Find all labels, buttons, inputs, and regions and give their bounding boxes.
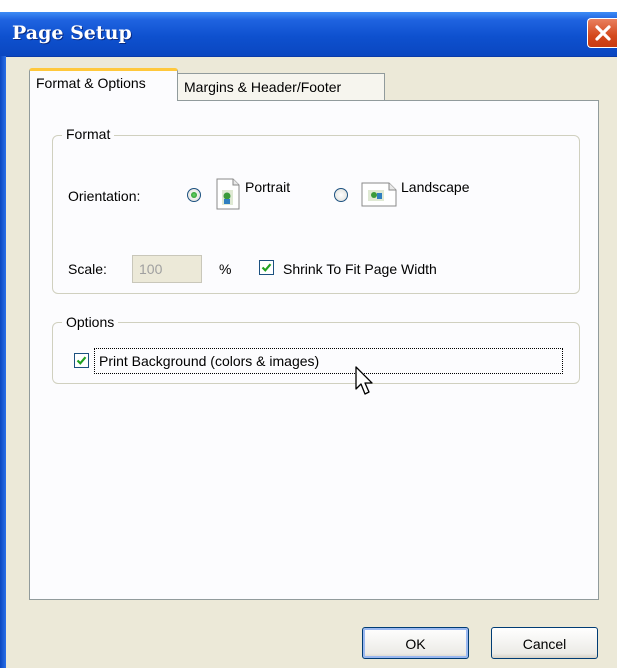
shrink-to-fit-checkbox[interactable] bbox=[259, 260, 274, 275]
close-icon bbox=[595, 25, 611, 41]
scale-input[interactable] bbox=[132, 255, 202, 283]
tab-format-options[interactable]: Format & Options bbox=[29, 68, 178, 101]
portrait-radio[interactable] bbox=[187, 188, 201, 202]
options-legend: Options bbox=[62, 314, 119, 330]
checkmark-icon bbox=[261, 263, 272, 272]
scale-unit: % bbox=[219, 261, 232, 277]
format-legend: Format bbox=[62, 126, 115, 142]
landscape-radio[interactable] bbox=[334, 188, 348, 202]
portrait-page-icon bbox=[216, 178, 240, 210]
tab-label: Margins & Header/Footer bbox=[184, 79, 342, 95]
landscape-label[interactable]: Landscape bbox=[401, 179, 470, 195]
radio-selected-dot bbox=[191, 192, 197, 198]
cancel-button[interactable]: Cancel bbox=[491, 627, 598, 659]
orientation-label: Orientation: bbox=[68, 188, 141, 204]
portrait-label[interactable]: Portrait bbox=[245, 179, 290, 195]
scale-label: Scale: bbox=[68, 261, 107, 277]
ok-button[interactable]: OK bbox=[362, 627, 469, 659]
tab-label: Format & Options bbox=[36, 75, 146, 91]
title-bar[interactable]: Page Setup bbox=[0, 12, 617, 57]
landscape-page-icon bbox=[361, 182, 397, 207]
dialog-title: Page Setup bbox=[12, 22, 132, 44]
tab-margins-header-footer[interactable]: Margins & Header/Footer bbox=[178, 73, 385, 100]
checkmark-icon bbox=[76, 356, 87, 365]
page-setup-dialog: Page Setup Format & Options Margins & He… bbox=[0, 12, 617, 668]
print-background-checkbox[interactable] bbox=[74, 353, 89, 368]
shrink-to-fit-label[interactable]: Shrink To Fit Page Width bbox=[283, 261, 437, 277]
window-frame-left bbox=[0, 56, 6, 668]
mouse-pointer-icon bbox=[355, 366, 373, 395]
close-button[interactable] bbox=[587, 18, 617, 48]
print-background-label[interactable]: Print Background (colors & images) bbox=[99, 353, 319, 369]
